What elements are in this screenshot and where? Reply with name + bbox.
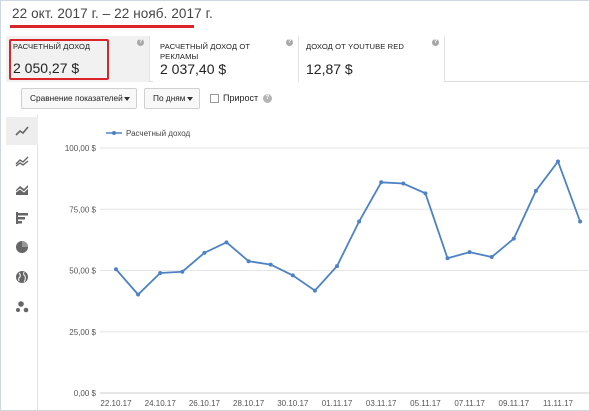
data-point: [489, 255, 494, 260]
data-point: [158, 270, 163, 275]
chart-type-map-button[interactable]: [6, 263, 38, 291]
x-tick-label: 26.10.17: [189, 399, 221, 408]
pie-chart-icon: [16, 241, 28, 253]
data-point: [445, 256, 450, 261]
compare-metrics-dropdown[interactable]: Сравнение показателей: [21, 88, 137, 109]
y-tick-label: 100,00 $: [65, 144, 97, 153]
data-point: [180, 269, 185, 274]
metric-value: 12,87 $: [306, 61, 353, 77]
multi-line-chart-icon: [15, 156, 29, 167]
metric-card-ad-revenue[interactable]: РАСЧЕТНЫЙ ДОХОД ОТ РЕКЛАМЫ 2 037,40 $ ?: [153, 36, 299, 82]
growth-checkbox[interactable]: [210, 94, 219, 103]
y-tick-label: 25,00 $: [69, 328, 96, 337]
data-point: [202, 250, 207, 255]
chart-toolbar: Сравнение показателей По дням Прирост ?: [0, 88, 590, 110]
chevron-down-icon: [187, 97, 193, 101]
chart-type-multiline-button[interactable]: [6, 147, 38, 175]
x-tick-label: 30.10.17: [277, 399, 309, 408]
date-range-label[interactable]: 22 окт. 2017 г. – 22 нояб. 2017 г.: [12, 6, 213, 21]
chart-type-sidebar: [6, 115, 38, 411]
y-tick-label: 50,00 $: [69, 267, 96, 276]
data-point: [114, 267, 118, 272]
help-icon[interactable]: ?: [137, 39, 144, 46]
x-tick-label: 24.10.17: [145, 399, 177, 408]
help-icon[interactable]: ?: [432, 39, 439, 46]
period-dropdown[interactable]: По дням: [144, 88, 200, 109]
data-point: [312, 288, 317, 293]
x-tick-label: 28.10.17: [233, 399, 265, 408]
line-chart-svg: 0,00 $ 25,00 $ 50,00 $ 75,00 $ 100,00 $ 22.10…: [65, 129, 590, 408]
x-tick-label: 11.11.17: [543, 399, 574, 408]
data-point: [379, 180, 384, 185]
data-point: [246, 259, 251, 264]
selected-metric-highlight: [9, 39, 109, 80]
metric-label: РАСЧЕТНЫЙ ДОХОД ОТ РЕКЛАМЫ: [160, 42, 251, 61]
data-point: [290, 273, 295, 278]
info-icon[interactable]: ?: [263, 94, 272, 103]
x-tick-label: 03.11.17: [366, 399, 397, 408]
x-tick-label: 22.10.17: [100, 399, 132, 408]
chart-type-pie-button[interactable]: [6, 233, 38, 261]
bubble-chart-icon: [16, 301, 29, 313]
data-point: [136, 292, 141, 297]
metric-label: ДОХОД ОТ YOUTUBE RED: [306, 42, 405, 51]
series-line: [115, 159, 581, 296]
chart-type-bubble-button[interactable]: [6, 293, 38, 321]
x-tick-label: 07.11.17: [454, 399, 485, 408]
date-range-highlight: [10, 25, 194, 28]
x-tick-label: 09.11.17: [499, 399, 530, 408]
chart-type-bar-button[interactable]: [6, 204, 38, 232]
metric-card-youtube-red-revenue[interactable]: ДОХОД ОТ YOUTUBE RED 12,87 $ ?: [299, 36, 445, 82]
revenue-chart: 0,00 $ 25,00 $ 50,00 $ 75,00 $ 100,00 $ 22.10…: [38, 115, 590, 411]
x-tick-label: 01.11.17: [322, 399, 353, 408]
help-icon[interactable]: ?: [286, 39, 293, 46]
data-point: [467, 250, 472, 255]
data-point: [578, 219, 583, 224]
period-label: По дням: [153, 93, 186, 103]
globe-icon: [16, 271, 28, 283]
x-tick-label: 05.11.17: [410, 399, 441, 408]
y-tick-label: 75,00 $: [69, 205, 96, 214]
data-point: [357, 219, 362, 224]
compare-metrics-label: Сравнение показателей: [30, 93, 123, 103]
chart-type-area-button[interactable]: [6, 175, 38, 203]
chart-type-line-button[interactable]: [6, 117, 38, 145]
data-point: [224, 240, 229, 245]
data-point: [423, 191, 428, 196]
area-chart-icon: [15, 185, 29, 195]
chevron-down-icon: [124, 97, 130, 101]
line-chart-icon: [15, 126, 29, 136]
y-tick-label: 0,00 $: [74, 389, 97, 398]
bar-chart-icon: [16, 212, 28, 224]
data-point: [268, 262, 273, 267]
growth-label: Прирост: [223, 93, 259, 103]
legend-marker: [112, 131, 116, 135]
data-point: [511, 236, 516, 241]
data-point: [335, 264, 339, 269]
data-point: [401, 181, 406, 186]
legend-label: Расчетный доход: [126, 129, 191, 138]
metric-value: 2 037,40 $: [160, 61, 227, 77]
data-point: [533, 188, 538, 193]
data-point: [556, 159, 560, 164]
